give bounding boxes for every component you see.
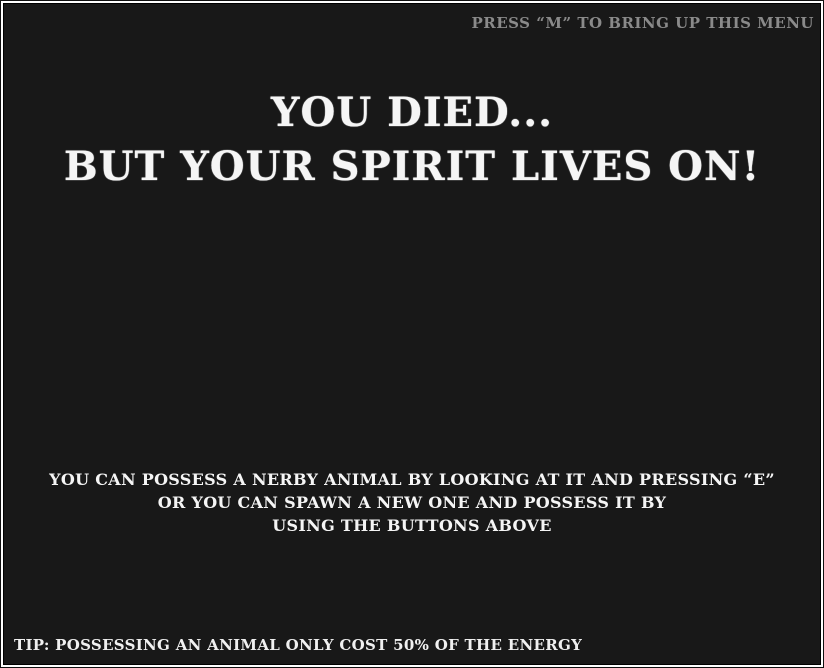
death-screen: PRESS “M” TO BRING UP THIS MENU YOU DIED… xyxy=(3,3,821,665)
menu-hint: PRESS “M” TO BRING UP THIS MENU xyxy=(471,14,814,32)
energy-tip: TIP: POSSESSING AN ANIMAL ONLY COST 50% … xyxy=(14,636,583,654)
game-frame: PRESS “M” TO BRING UP THIS MENU YOU DIED… xyxy=(0,0,824,668)
instructions-line-2: OR YOU CAN SPAWN A NEW ONE AND POSSESS I… xyxy=(157,493,667,512)
instructions-line-3: USING THE BUTTONS ABOVE xyxy=(272,516,552,535)
death-title: YOU DIED... BUT YOUR SPIRIT LIVES ON! xyxy=(4,86,820,194)
death-title-line-2: BUT YOUR SPIRIT LIVES ON! xyxy=(63,143,761,190)
possess-instructions: YOU CAN POSSESS A NERBY ANIMAL BY LOOKIN… xyxy=(4,468,820,537)
instructions-line-1: YOU CAN POSSESS A NERBY ANIMAL BY LOOKIN… xyxy=(49,470,775,489)
death-title-line-1: YOU DIED... xyxy=(270,89,554,136)
